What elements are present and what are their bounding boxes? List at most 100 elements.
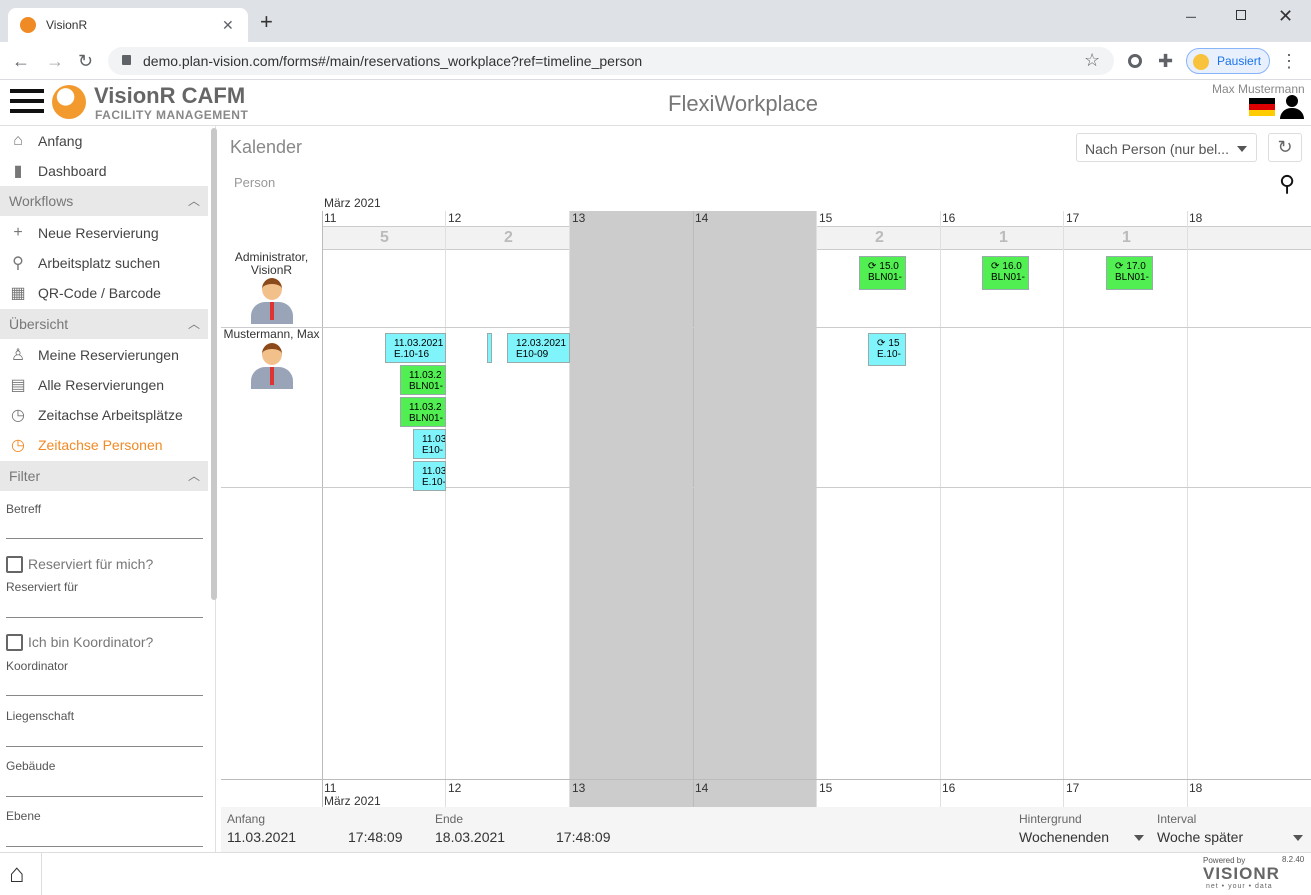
- event-date: 16.0: [1002, 261, 1022, 272]
- view-select[interactable]: Nach Person (nur bel...: [1076, 133, 1257, 162]
- reservation-event[interactable]: ⟳ 16.0 BLN01-: [982, 256, 1029, 290]
- building-field[interactable]: [6, 796, 203, 797]
- section-title: Übersicht: [9, 316, 69, 332]
- level-field[interactable]: [6, 846, 203, 847]
- profile-paused-button[interactable]: Pausiert: [1186, 48, 1270, 74]
- end-time-input[interactable]: 17:48:09: [556, 829, 611, 845]
- address-bar[interactable]: demo.plan-vision.com/forms#/main/reserva…: [108, 47, 1114, 75]
- grid-line: [1187, 211, 1188, 808]
- event-date: 11.03: [422, 434, 446, 445]
- reservation-event[interactable]: ⟳ 17.0 BLN01-: [1106, 256, 1153, 290]
- recurring-sync-icon: ⟳: [868, 261, 877, 272]
- bookmark-star-icon[interactable]: ☆: [1084, 50, 1100, 70]
- reserved-for-me-checkbox[interactable]: [6, 556, 23, 573]
- minimize-icon[interactable]: –: [1186, 6, 1196, 26]
- nav-neue-reservierung[interactable]: + Neue Reservierung: [0, 218, 208, 248]
- row-divider: [221, 327, 1311, 328]
- start-label: Anfang: [227, 812, 266, 826]
- reservation-event[interactable]: 11.03.2021 E.10-16: [385, 333, 446, 363]
- reservation-event-narrow[interactable]: [487, 333, 492, 363]
- refresh-button[interactable]: ↻: [1268, 133, 1302, 162]
- nav-anfang[interactable]: ⌂ Anfang: [0, 126, 208, 156]
- hamburger-menu-icon[interactable]: [10, 89, 44, 115]
- coordinator-checkbox[interactable]: [6, 634, 23, 651]
- nav-qr-code[interactable]: ▦ QR-Code / Barcode: [0, 278, 208, 308]
- sidebar-scrollbar[interactable]: [211, 128, 217, 600]
- browser-tab[interactable]: VisionR ✕: [8, 8, 248, 42]
- day-label: 17: [1066, 781, 1080, 795]
- grid-line: [816, 211, 817, 808]
- window-close-icon[interactable]: ✕: [1278, 6, 1293, 26]
- reservation-event[interactable]: 12.03.2021 E10-09: [507, 333, 570, 363]
- reservation-event[interactable]: 11.03.2 BLN01-: [400, 397, 446, 427]
- nav-alle-reservierungen[interactable]: ▤ Alle Reservierungen: [0, 370, 208, 400]
- event-date: 11.03: [422, 466, 446, 477]
- user-profile-icon[interactable]: [1280, 95, 1304, 119]
- section-uebersicht[interactable]: Übersicht ︿: [0, 309, 208, 339]
- end-label: Ende: [435, 812, 464, 826]
- nav-arbeitsplatz-suchen[interactable]: ⚲ Arbeitsplatz suchen: [0, 248, 208, 278]
- puzzle-icon[interactable]: ✚: [1158, 51, 1173, 71]
- start-date-input[interactable]: 11.03.2021: [227, 829, 296, 845]
- close-tab-icon[interactable]: ✕: [222, 15, 234, 35]
- new-tab-icon[interactable]: +: [260, 11, 273, 33]
- start-time-input[interactable]: 17:48:09: [348, 829, 403, 845]
- reservation-event[interactable]: ⟳ 15 E.10-: [868, 333, 906, 366]
- reservation-event[interactable]: 11.03 E10-: [413, 429, 446, 459]
- event-place: E10-09: [516, 349, 549, 360]
- background-select[interactable]: Wochenenden: [1019, 829, 1109, 845]
- end-date-input[interactable]: 18.03.2021: [435, 829, 505, 845]
- forward-icon[interactable]: →: [46, 51, 64, 71]
- reservation-event[interactable]: 11.03 E.10-: [413, 461, 446, 491]
- nav-zeitachse-personen[interactable]: ◷ Zeitachse Personen: [0, 430, 208, 460]
- browser-menu-icon[interactable]: ⋮: [1280, 51, 1298, 71]
- row-divider: [221, 487, 1311, 488]
- nav-label: Meine Reservierungen: [38, 347, 179, 363]
- day-label: 16: [942, 781, 956, 795]
- day-label: 17: [1066, 211, 1080, 225]
- grid-line: [1063, 211, 1064, 808]
- event-date: 11.03.2: [409, 402, 442, 413]
- maximize-icon[interactable]: [1236, 10, 1246, 20]
- day-label: 16: [942, 211, 956, 225]
- view-select-value: Nach Person (nur bel...: [1085, 141, 1229, 157]
- coordinator-field[interactable]: [6, 695, 203, 696]
- day-label: 12: [448, 781, 462, 795]
- reload-icon[interactable]: ↻: [78, 51, 93, 71]
- reserved-for-field[interactable]: [6, 617, 203, 618]
- extension-icon[interactable]: [1128, 54, 1142, 68]
- event-place: E.10-: [422, 477, 446, 488]
- section-filter[interactable]: Filter ︿: [0, 461, 208, 491]
- reservation-event[interactable]: ⟳ 15.0 BLN01-: [859, 256, 906, 290]
- interval-select[interactable]: Woche später: [1157, 829, 1243, 845]
- brand-subtitle: FACILITY MANAGEMENT: [95, 108, 249, 122]
- event-date: 15: [888, 338, 900, 349]
- nav-meine-reservierungen[interactable]: ♙ Meine Reservierungen: [0, 340, 208, 370]
- brand-tagline: net • your • data: [1206, 883, 1273, 890]
- german-flag-icon[interactable]: [1249, 98, 1275, 116]
- day-label: 15: [819, 781, 833, 795]
- home-button[interactable]: ⌂: [0, 853, 42, 895]
- visionr-logo-icon: [52, 85, 86, 119]
- search-icon[interactable]: ⚲: [1279, 171, 1295, 197]
- section-workflows[interactable]: Workflows ︿: [0, 186, 208, 216]
- version-label: 8.2.40: [1282, 855, 1305, 864]
- back-icon[interactable]: ←: [12, 51, 30, 71]
- nav-zeitachse-arbeitsplaetze[interactable]: ◷ Zeitachse Arbeitsplätze: [0, 400, 208, 430]
- qr-code-icon: ▦: [10, 285, 26, 302]
- recurring-sync-icon: ⟳: [991, 261, 1000, 272]
- day-count: 2: [875, 229, 884, 246]
- sun-avatar-icon: [1193, 54, 1209, 70]
- betreff-field[interactable]: [6, 538, 203, 539]
- person-icon: ♙: [10, 347, 26, 364]
- reservation-event[interactable]: 11.03.2 BLN01-: [400, 365, 446, 395]
- event-date: 17.0: [1126, 261, 1146, 272]
- section-title: Workflows: [9, 193, 74, 209]
- grid-line: [445, 211, 446, 808]
- brand-title: VisionR CAFM: [94, 83, 246, 108]
- row-divider: [221, 779, 1311, 780]
- nav-dashboard[interactable]: ▮ Dashboard: [0, 156, 208, 186]
- bar-chart-icon: ▮: [13, 163, 23, 180]
- property-field[interactable]: [6, 746, 203, 747]
- plus-icon: +: [13, 224, 23, 241]
